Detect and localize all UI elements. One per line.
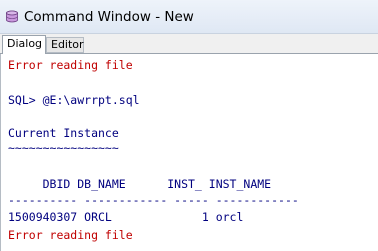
database-cylinder-icon — [5, 10, 19, 24]
window-title: Command Window - New — [24, 9, 194, 25]
console-line-separator: ---------- ------------ ----- ----------… — [8, 193, 299, 207]
tab-dialog[interactable]: Dialog — [2, 35, 46, 55]
title-bar: Command Window - New — [0, 0, 378, 34]
console-line-heading: Current Instance — [8, 126, 119, 140]
console-line-error: Error reading file — [8, 228, 133, 242]
console-output[interactable]: Error reading file SQL> @E:\awrrpt.sql C… — [0, 54, 378, 251]
tab-bar: Dialog Editor — [0, 34, 378, 55]
tab-editor[interactable]: Editor — [46, 37, 84, 53]
console-line-command: SQL> @E:\awrrpt.sql — [8, 93, 140, 107]
console-line-underline: ~~~~~~~~~~~~~~~~ — [8, 141, 119, 155]
console-line-error: Error reading file — [8, 58, 133, 72]
console-line-result-row: 1500940307 ORCL 1 orcl — [8, 210, 244, 224]
console-line-column-headers: DBID DB_NAME INST_ INST_NAME — [8, 177, 272, 191]
